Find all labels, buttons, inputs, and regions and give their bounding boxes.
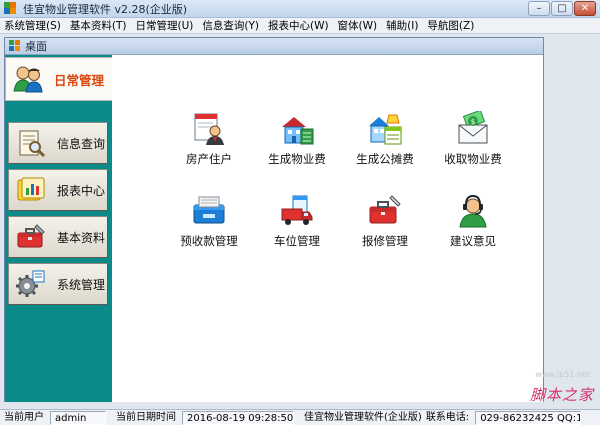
desktop-title: 桌面 <box>25 40 47 53</box>
menu-daily[interactable]: 日常管理(U) <box>135 18 193 33</box>
title-bar: 佳宜物业管理软件 v2.28(企业版) – □ ✕ <box>0 0 600 18</box>
svg-text:$: $ <box>471 118 475 126</box>
menu-navigation[interactable]: 导航图(Z) <box>427 18 474 33</box>
nav-label-daily: 日常管理 <box>54 72 105 88</box>
nav-label-basic-data: 基本资料 <box>57 230 106 245</box>
tile-suggestion[interactable]: 建议意见 <box>428 193 518 255</box>
app-icon <box>4 2 17 15</box>
tile-label-resident: 房产住户 <box>186 152 232 166</box>
nav-label-system: 系统管理 <box>57 277 106 292</box>
window-controls: – □ ✕ <box>528 1 596 16</box>
desktop-title-bar[interactable]: 桌面 <box>5 38 543 55</box>
tile-label-parking: 车位管理 <box>274 234 320 248</box>
resident-icon <box>194 113 224 145</box>
tile-shared-fee[interactable]: 生成公摊费 <box>340 111 430 173</box>
menu-system[interactable]: 系统管理(S) <box>4 18 61 33</box>
nav-item-query[interactable]: 信息查询 <box>8 122 108 164</box>
property-fee-icon <box>282 117 314 145</box>
tile-label-prepayment: 预收款管理 <box>180 234 238 248</box>
tile-label-collect-fee: 收取物业费 <box>444 152 502 166</box>
nav-item-system[interactable]: 系统管理 <box>8 263 108 305</box>
tile-property-fee[interactable]: 生成物业费 <box>252 111 342 173</box>
users-icon <box>13 66 43 93</box>
tile-collect-fee[interactable]: $ 收取物业费 <box>428 111 518 173</box>
tile-prepayment[interactable]: 预收款管理 <box>164 193 254 255</box>
tile-resident[interactable]: 房产住户 <box>164 111 254 173</box>
tile-parking[interactable]: 车位管理 <box>252 193 342 255</box>
support-headset-icon <box>459 194 487 228</box>
nav-item-reports[interactable]: 报表中心 <box>8 169 108 211</box>
gear-icon <box>16 270 45 297</box>
status-bar: 当前用户 admin 当前日期时间 2016-08-19 09:28:50 佳宜… <box>0 409 600 425</box>
nav-item-basic-data[interactable]: 基本资料 <box>8 216 108 258</box>
shared-fee-icon <box>369 114 402 145</box>
status-user-label: 当前用户 <box>4 411 44 423</box>
tile-repair[interactable]: 报修管理 <box>340 193 430 255</box>
left-nav: 日常管理 信息查询 报表中心 基本资料 系统管理 <box>5 55 112 402</box>
window-title: 佳宜物业管理软件 v2.28(企业版) <box>23 2 188 16</box>
repair-toolbox-icon <box>369 195 401 224</box>
status-phone-label: 联系电话: <box>425 411 470 423</box>
report-chart-icon <box>17 177 45 201</box>
parking-truck-icon <box>281 195 313 225</box>
status-user-value: admin <box>50 410 106 425</box>
nav-label-reports: 报表中心 <box>57 183 106 198</box>
menu-reports[interactable]: 报表中心(W) <box>268 18 329 33</box>
menu-window[interactable]: 窗体(W) <box>338 18 378 33</box>
tile-label-suggestion: 建议意见 <box>450 234 496 248</box>
watermark-text: 脚本之家 <box>529 386 594 404</box>
tile-label-shared-fee: 生成公摊费 <box>356 152 414 166</box>
toolbox-icon <box>17 224 45 248</box>
minimize-button[interactable]: – <box>528 1 550 16</box>
nav-item-daily[interactable]: 日常管理 <box>5 57 112 101</box>
tile-label-property-fee: 生成物业费 <box>268 152 326 166</box>
desktop-content: 房产住户 生成物业费 生成公摊费 $ 收取物业费 预收款管理 车位管理 报修管理… <box>112 55 543 402</box>
status-phone-value: 029-86232425 QQ:1307290445 <box>475 410 582 425</box>
document-search-icon <box>19 130 46 158</box>
nav-label-query: 信息查询 <box>57 136 106 151</box>
watermark: www.jb51.net 脚本之家 <box>504 370 594 405</box>
menu-bar: 系统管理(S) 基本资料(T) 日常管理(U) 信息查询(Y) 报表中心(W) … <box>0 18 600 34</box>
status-product: 佳宜物业管理软件(企业版) <box>304 411 422 423</box>
menu-basic-data[interactable]: 基本资料(T) <box>70 18 127 33</box>
watermark-url: www.jb51.net <box>535 370 590 379</box>
status-date-value: 2016-08-19 09:28:50 <box>182 410 294 425</box>
desktop-window-icon <box>9 40 21 52</box>
status-date-label: 当前日期时间 <box>116 411 176 423</box>
menu-query[interactable]: 信息查询(Y) <box>202 18 259 33</box>
maximize-button[interactable]: □ <box>551 1 573 16</box>
close-button[interactable]: ✕ <box>574 1 596 16</box>
menu-help[interactable]: 辅助(I) <box>386 18 418 33</box>
tile-label-repair: 报修管理 <box>362 234 408 248</box>
desktop-window: 桌面 日常管理 信息查询 报表中心 基本资料 系统管理 房产住户 生成物业费 生… <box>4 37 544 402</box>
prepayment-icon <box>193 196 225 224</box>
collect-fee-icon: $ <box>458 111 488 144</box>
